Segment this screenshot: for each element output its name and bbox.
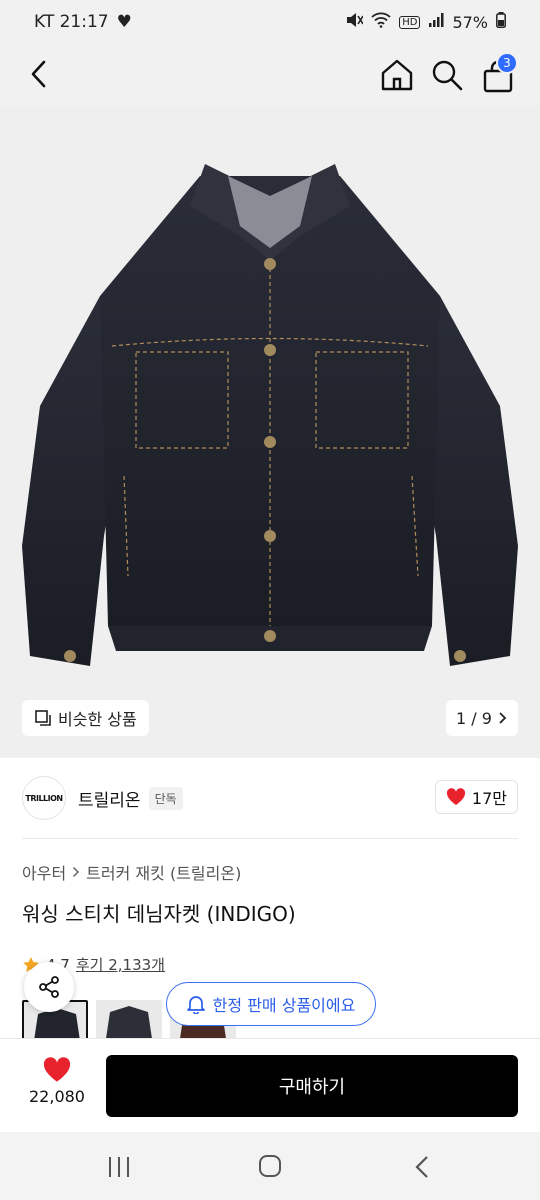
- product-like-count: 22,080: [29, 1087, 85, 1106]
- battery-text: 57%: [452, 12, 488, 32]
- brand-name[interactable]: 트릴리온: [78, 786, 141, 811]
- brand-like-button[interactable]: 17만: [434, 780, 518, 814]
- back-icon[interactable]: [22, 56, 58, 92]
- brand-like-count: 17만: [471, 789, 507, 808]
- home-nav-icon[interactable]: [256, 1152, 284, 1184]
- carrier-time: KT 21:17: [34, 12, 109, 32]
- cart-count-badge: 3: [496, 52, 518, 74]
- hd-icon: HD: [399, 15, 421, 29]
- divider: [22, 838, 518, 839]
- battery-icon: [496, 12, 506, 32]
- limited-sale-text: 한정 판매 상품이에요: [212, 996, 356, 1015]
- system-nav-bar: [0, 1132, 540, 1200]
- signal-icon: [428, 12, 444, 32]
- chevron-right-icon: [73, 866, 80, 878]
- product-title: 워싱 스티치 데님자켓 (INDIGO): [22, 902, 296, 926]
- back-nav-icon[interactable]: [410, 1154, 436, 1184]
- heart-icon: [43, 1057, 71, 1082]
- bell-icon: [186, 996, 205, 1014]
- search-icon[interactable]: [428, 56, 466, 94]
- product-image[interactable]: [0, 106, 540, 758]
- breadcrumb-subcategory[interactable]: 트러커 재킷 (트릴리온): [86, 860, 241, 884]
- heart-icon: [446, 788, 465, 805]
- breadcrumb-category[interactable]: 아우터: [22, 860, 66, 884]
- similar-products-label: 비슷한 상품: [58, 710, 137, 729]
- product-like-button[interactable]: 22,080: [22, 1057, 92, 1117]
- breadcrumb: 아우터 트러커 재킷 (트릴리온): [22, 860, 241, 884]
- share-button[interactable]: [24, 962, 74, 1012]
- recent-apps-icon[interactable]: [104, 1154, 134, 1184]
- layers-icon: [35, 710, 51, 726]
- purchase-bar: 22,080 구매하기: [0, 1038, 540, 1132]
- heart-status-icon: ♥: [116, 12, 132, 32]
- review-count-link[interactable]: 후기 2,133개: [76, 954, 165, 975]
- image-page-counter[interactable]: 1 / 9: [446, 700, 518, 736]
- status-bar: KT 21:17 ♥ HD 57%: [0, 0, 540, 44]
- brand-row[interactable]: TRILLION 트릴리온 단독 17만: [22, 772, 518, 824]
- chevron-right-icon: [499, 712, 507, 724]
- similar-products-button[interactable]: 비슷한 상품: [22, 700, 149, 736]
- wifi-icon: [371, 12, 391, 32]
- limited-sale-notice: 한정 판매 상품이에요: [166, 982, 376, 1026]
- thumbnail-2[interactable]: [96, 1000, 162, 1040]
- share-icon: [39, 976, 59, 998]
- mute-icon: [345, 12, 364, 32]
- home-icon[interactable]: [378, 56, 416, 94]
- top-bar: 3: [0, 44, 540, 106]
- page-counter-text: 1 / 9: [456, 708, 492, 728]
- brand-logo: TRILLION: [22, 776, 66, 820]
- buy-button[interactable]: 구매하기: [106, 1055, 518, 1117]
- exclusive-badge: 단독: [148, 786, 183, 810]
